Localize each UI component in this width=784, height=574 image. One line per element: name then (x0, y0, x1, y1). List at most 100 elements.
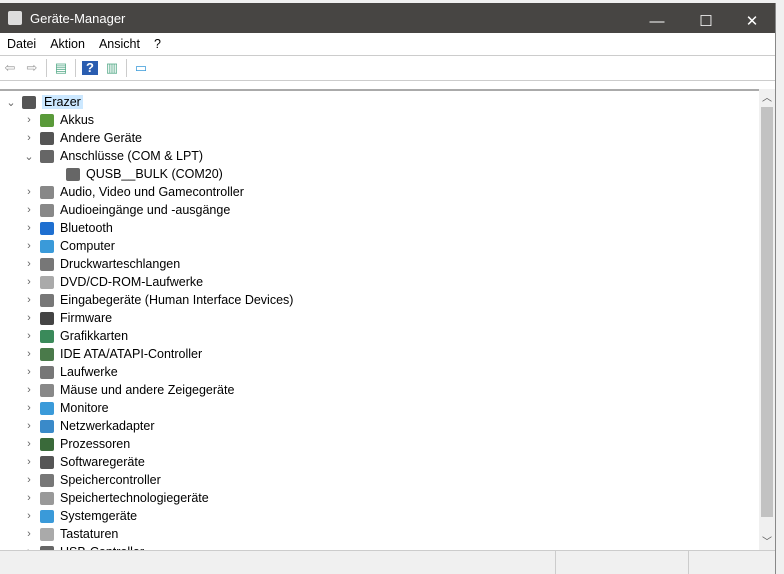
tree-item[interactable]: › Grafikkarten (22, 327, 128, 345)
chevron-right-icon[interactable]: › (22, 132, 36, 144)
tree-item[interactable]: › DVD/CD-ROM-Laufwerke (22, 273, 203, 291)
menu-help[interactable]: ? (147, 37, 168, 51)
chevron-right-icon[interactable]: › (22, 114, 36, 126)
chevron-right-icon[interactable]: › (22, 276, 36, 288)
chevron-right-icon[interactable]: › (22, 402, 36, 414)
chevron-right-icon[interactable]: › (22, 312, 36, 324)
tree-item[interactable]: › Softwaregeräte (22, 453, 145, 471)
toolbar: ⇦ ⇨ ▤ ? ▥ ▭ (0, 56, 775, 81)
root-label: Erazer (42, 95, 83, 109)
chevron-right-icon[interactable]: › (22, 474, 36, 486)
tree-item-label: Speichercontroller (60, 473, 161, 487)
tree-item[interactable]: › Tastaturen (22, 525, 118, 543)
properties-icon[interactable]: ▤ (53, 61, 69, 75)
tree-item[interactable]: › Mäuse und andere Zeigegeräte (22, 381, 234, 399)
device-manager-window: Geräte-Manager — ☐ ✕ Datei Aktion Ansich… (0, 3, 776, 574)
device-category-icon (40, 221, 54, 235)
tree-item-label: Computer (60, 239, 115, 253)
chevron-right-icon[interactable]: › (22, 456, 36, 468)
menu-datei[interactable]: Datei (0, 37, 43, 51)
chevron-right-icon[interactable]: › (22, 222, 36, 234)
tree-item[interactable]: › Audio, Video und Gamecontroller (22, 183, 244, 201)
tree-item-label: Grafikkarten (60, 329, 129, 343)
device-manager-icon (8, 11, 22, 25)
tree-item[interactable]: › Monitore (22, 399, 109, 417)
tree-item-label: Monitore (60, 401, 109, 415)
tree-item[interactable]: › Druckwarteschlangen (22, 255, 180, 273)
tree-item-label: Softwaregeräte (60, 455, 145, 469)
tree-item[interactable]: › Akkus (22, 111, 94, 129)
chevron-right-icon[interactable]: › (22, 258, 36, 270)
tree-item[interactable]: › Speichercontroller (22, 471, 161, 489)
chevron-right-icon[interactable]: › (22, 240, 36, 252)
tree-item-label: Andere Geräte (60, 131, 142, 145)
scroll-down-icon[interactable]: ﹀ (759, 533, 775, 548)
back-icon[interactable]: ⇦ (2, 61, 18, 75)
update-driver-icon[interactable]: ▥ (104, 61, 120, 75)
device-category-icon (40, 455, 54, 469)
title-bar: Geräte-Manager — ☐ ✕ (0, 3, 775, 33)
tree-item[interactable]: › Eingabegeräte (Human Interface Devices) (22, 291, 293, 309)
chevron-right-icon[interactable]: › (22, 348, 36, 360)
scan-hardware-icon[interactable]: ▭ (133, 61, 149, 75)
device-category-icon (40, 275, 54, 289)
device-category-icon (66, 167, 80, 181)
tree-item[interactable]: › Andere Geräte (22, 129, 142, 147)
tree-item-label: QUSB__BULK (COM20) (86, 167, 223, 181)
help-icon[interactable]: ? (82, 61, 98, 75)
chevron-down-icon[interactable]: ⌄ (4, 96, 18, 109)
chevron-right-icon[interactable]: › (22, 528, 36, 540)
device-category-icon (40, 419, 54, 433)
scrollbar-thumb[interactable] (761, 107, 773, 517)
chevron-right-icon[interactable]: › (22, 492, 36, 504)
menu-aktion[interactable]: Aktion (43, 37, 92, 51)
tree-item[interactable]: › Bluetooth (22, 219, 113, 237)
tree-item[interactable]: › Audioeingänge und -ausgänge (22, 201, 230, 219)
tree-item-label: DVD/CD-ROM-Laufwerke (60, 275, 204, 289)
tree-root[interactable]: ⌄ Erazer (4, 93, 83, 111)
tree-item[interactable]: › Laufwerke (22, 363, 118, 381)
tree-item[interactable]: QUSB__BULK (COM20) (62, 165, 223, 183)
chevron-right-icon[interactable]: › (22, 420, 36, 432)
device-category-icon (40, 149, 54, 163)
chevron-right-icon[interactable]: › (22, 294, 36, 306)
chevron-right-icon[interactable]: › (22, 510, 36, 522)
chevron-right-icon[interactable]: › (22, 438, 36, 450)
device-category-icon (40, 437, 54, 451)
tree-item-label: Mäuse und andere Zeigegeräte (60, 383, 235, 397)
device-category-icon (40, 365, 54, 379)
status-bar (0, 550, 775, 574)
tree-item-label: Prozessoren (60, 437, 131, 451)
close-button[interactable]: ✕ (729, 6, 775, 36)
chevron-right-icon[interactable]: › (22, 330, 36, 342)
tree-item[interactable]: › Speichertechnologiegeräte (22, 489, 209, 507)
device-category-icon (40, 383, 54, 397)
tree-item-label: Akkus (60, 113, 95, 127)
vertical-scrollbar[interactable]: ︿ ﹀ (759, 89, 775, 550)
chevron-right-icon[interactable]: › (22, 384, 36, 396)
tree-item[interactable]: › Systemgeräte (22, 507, 137, 525)
chevron-right-icon[interactable]: › (22, 366, 36, 378)
device-category-icon (40, 401, 54, 415)
tree-item[interactable]: › IDE ATA/ATAPI-Controller (22, 345, 202, 363)
scroll-up-icon[interactable]: ︿ (759, 89, 775, 104)
menu-ansicht[interactable]: Ansicht (92, 37, 147, 51)
tree-item[interactable]: › Netzwerkadapter (22, 417, 154, 435)
minimize-button[interactable]: — (634, 6, 680, 36)
tree-item[interactable]: ⌄ Anschlüsse (COM & LPT) (22, 147, 203, 165)
chevron-right-icon[interactable]: › (22, 204, 36, 216)
tree-item[interactable]: › Firmware (22, 309, 112, 327)
device-category-icon (40, 527, 54, 541)
device-tree: ⌄ Erazer › Akkus › Andere Geräte ⌄ Anschlüsse… (0, 89, 759, 552)
tree-item[interactable]: › Prozessoren (22, 435, 130, 453)
tree-item-label: Tastaturen (60, 527, 119, 541)
tree-item-label: Audioeingänge und -ausgänge (60, 203, 231, 217)
chevron-right-icon[interactable]: › (22, 186, 36, 198)
forward-icon[interactable]: ⇨ (24, 61, 40, 75)
maximize-button[interactable]: ☐ (683, 6, 729, 36)
computer-icon (22, 95, 36, 109)
tree-item-label: Speichertechnologiegeräte (60, 491, 209, 505)
device-category-icon (40, 311, 54, 325)
chevron-down-icon[interactable]: ⌄ (22, 150, 36, 163)
tree-item[interactable]: › Computer (22, 237, 115, 255)
